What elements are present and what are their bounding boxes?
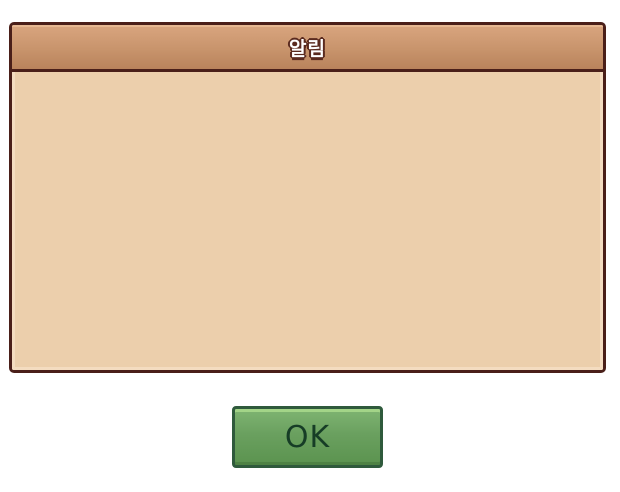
- dialog-title-bar: 알림: [12, 25, 603, 72]
- dialog-message-area: [12, 72, 603, 370]
- dialog-title: 알림: [289, 37, 326, 60]
- ok-button-label: OK: [284, 419, 331, 455]
- ok-button[interactable]: OK: [232, 406, 383, 468]
- alert-dialog: 알림: [9, 22, 606, 373]
